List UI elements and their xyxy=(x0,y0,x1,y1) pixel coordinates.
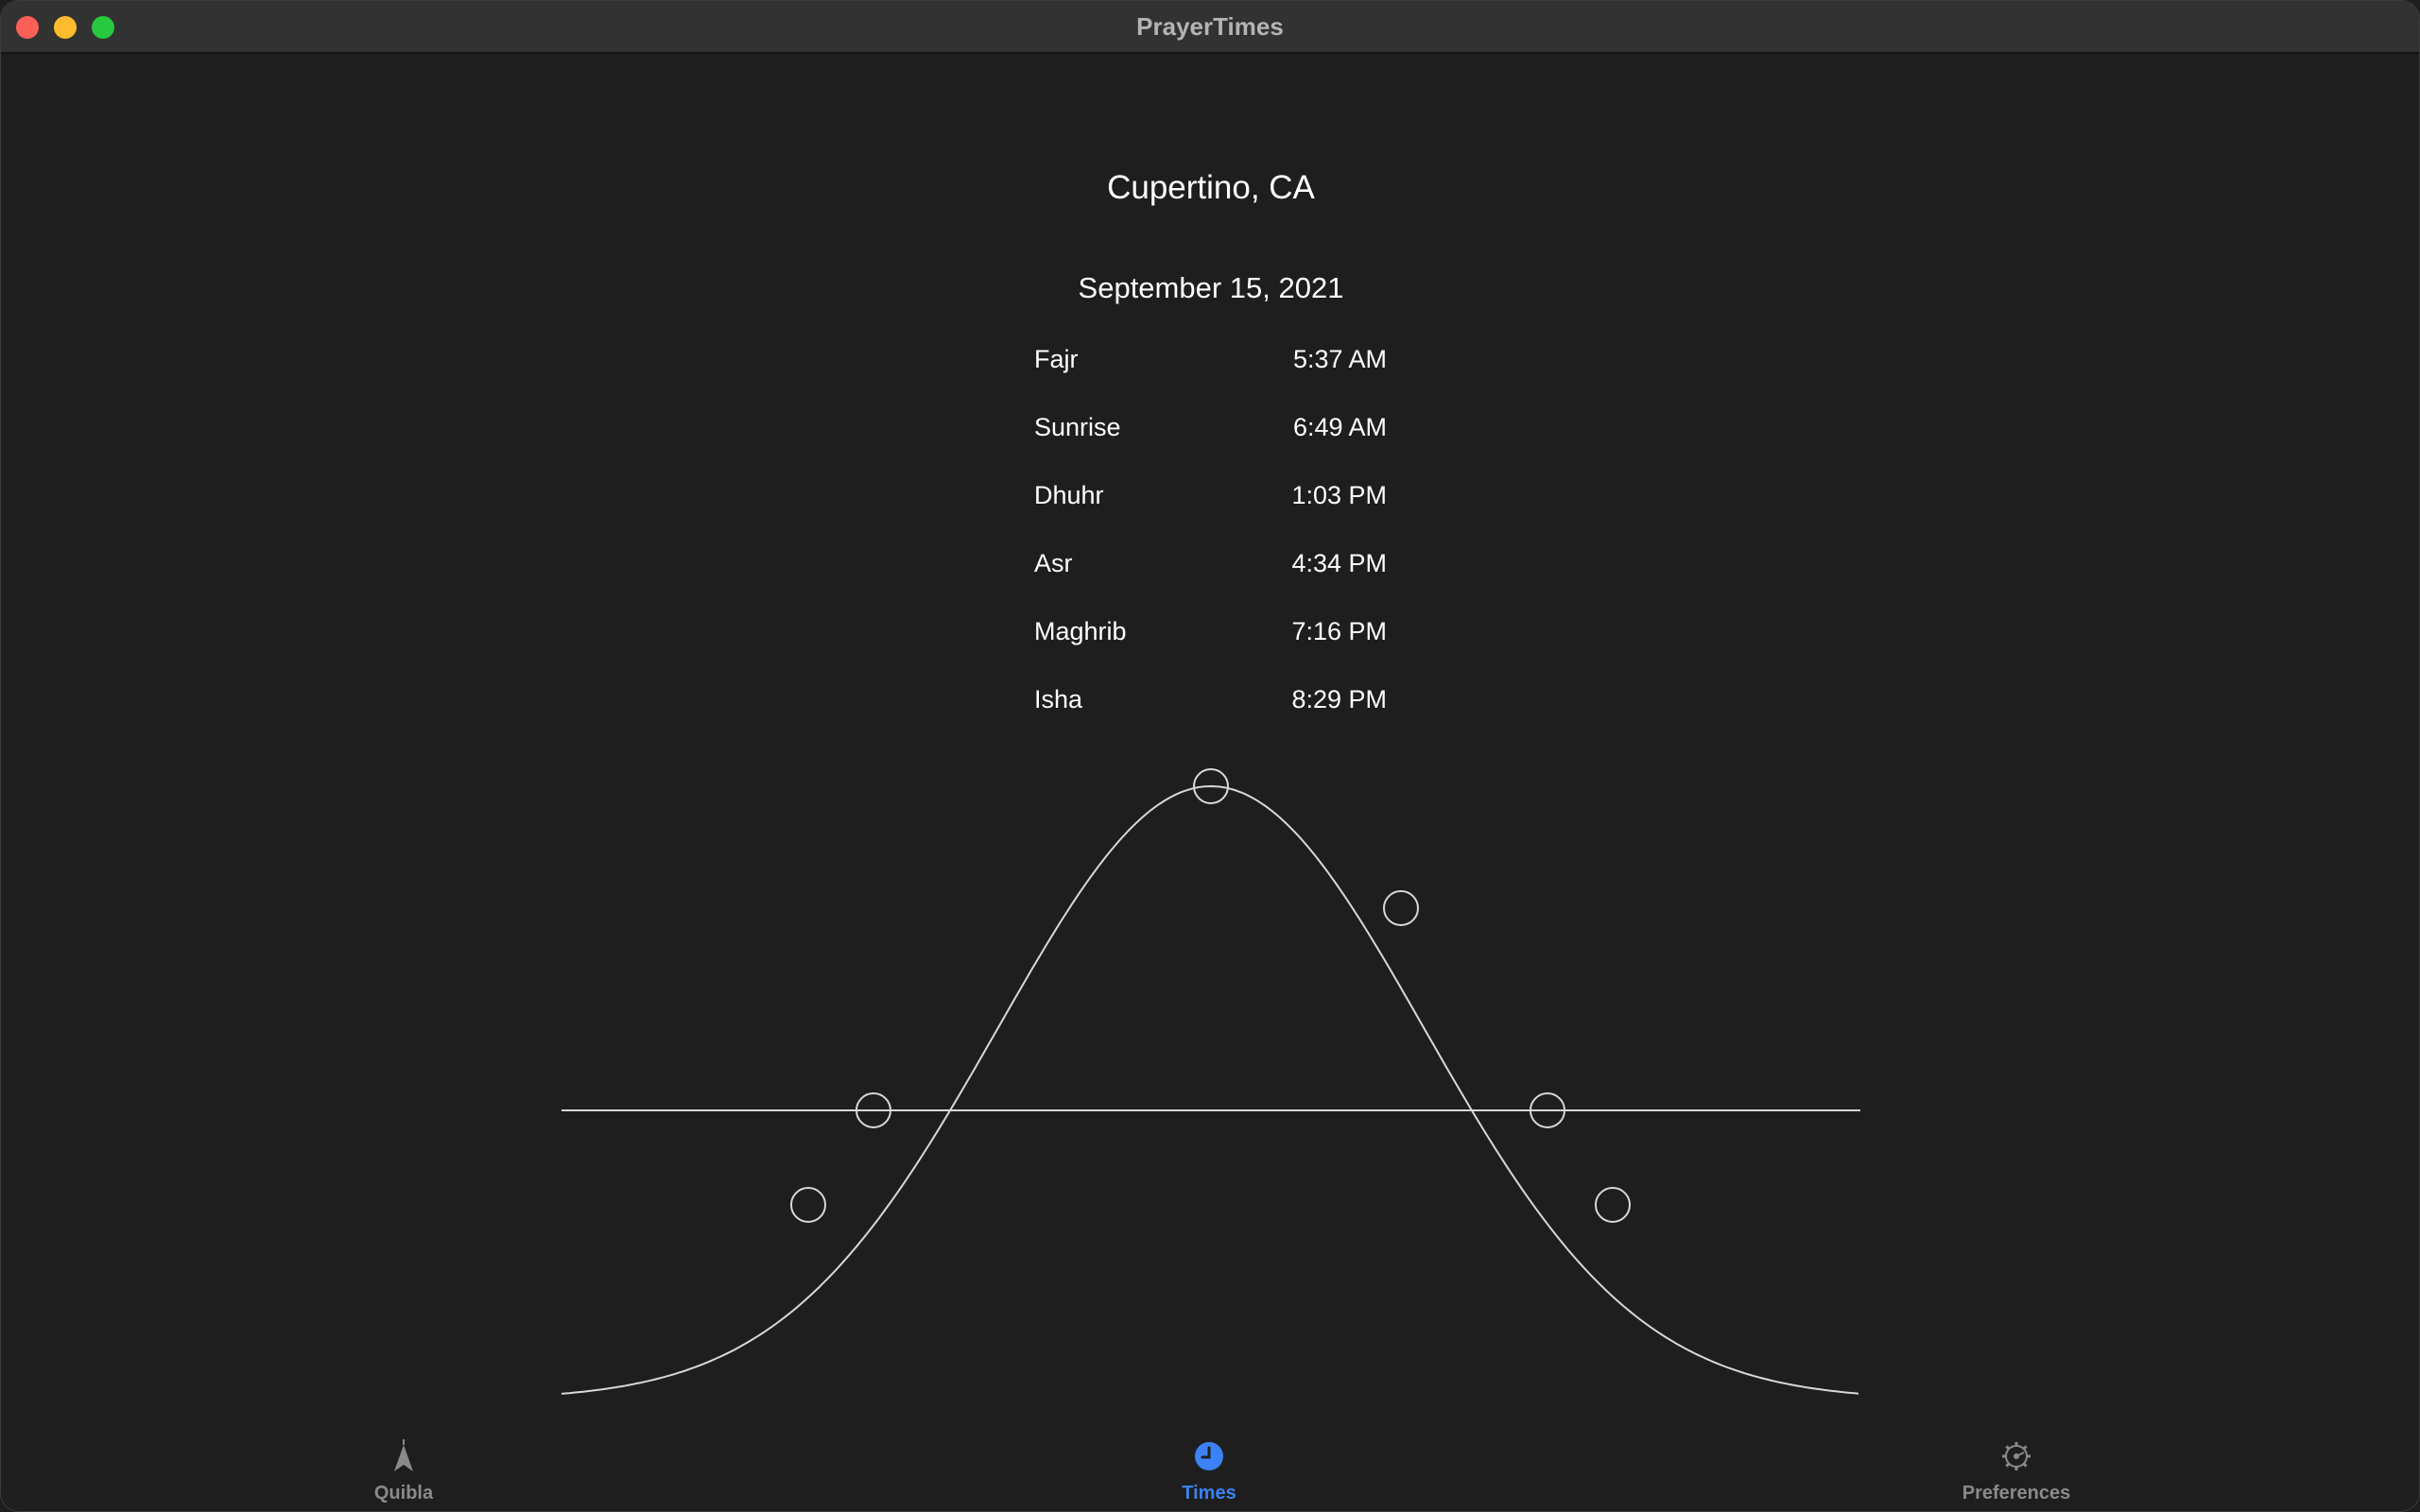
sun-path-graphic xyxy=(561,768,1860,1395)
location-arrow-icon xyxy=(394,1439,413,1471)
tab-label: Quibla xyxy=(373,1483,434,1503)
asr-marker xyxy=(1383,890,1419,926)
fajr-marker xyxy=(790,1187,826,1223)
clock-icon xyxy=(1195,1442,1223,1470)
tab-times[interactable]: Times xyxy=(1067,1439,1351,1504)
tab-label: Preferences xyxy=(1962,1483,2071,1503)
sun-curve xyxy=(561,784,1859,1395)
tab-quibla[interactable]: Quibla xyxy=(262,1439,545,1504)
gear-icon xyxy=(2002,1442,2031,1470)
tab-preferences[interactable]: Preferences xyxy=(1875,1439,2158,1504)
isha-marker xyxy=(1595,1187,1631,1223)
app-window: PrayerTimes Cupertino, CA September 15, … xyxy=(0,0,2420,1512)
tab-label: Times xyxy=(1182,1483,1236,1503)
